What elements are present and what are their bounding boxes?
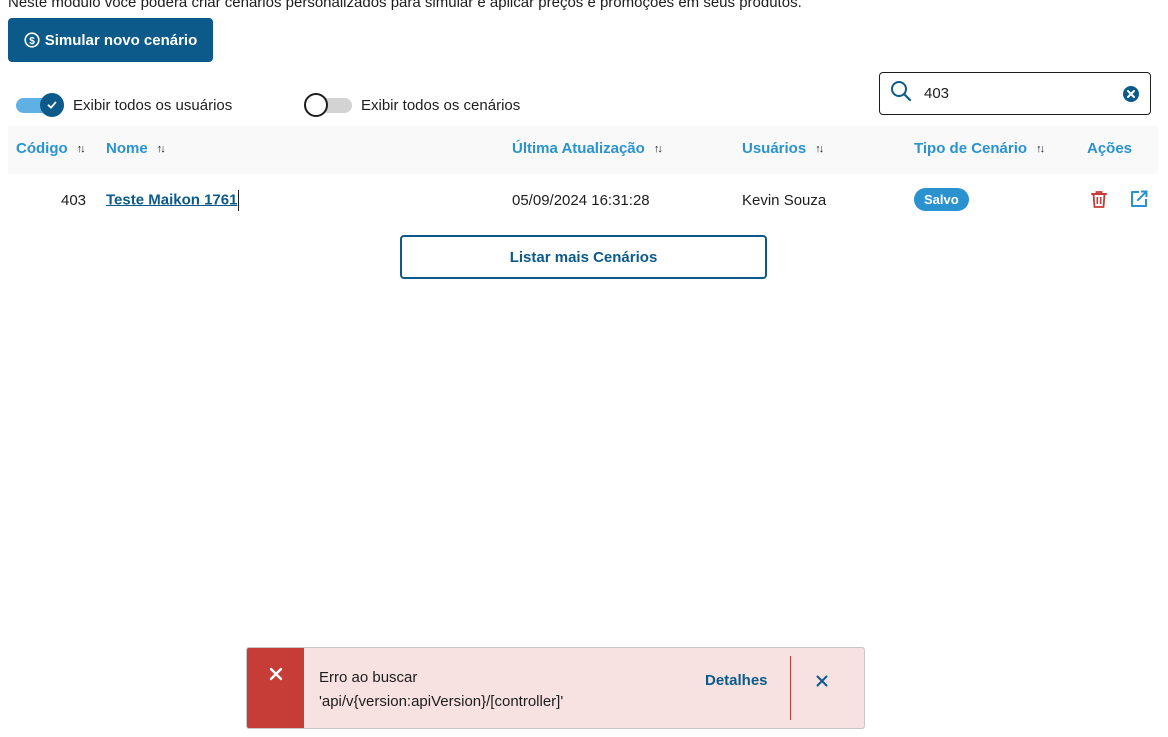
list-more-scenarios-button[interactable]: Listar mais Cenários — [400, 235, 767, 279]
column-header-tipo-cenario[interactable]: Tipo de Cenário ↑↓ — [914, 140, 1045, 157]
open-external-icon[interactable] — [1129, 189, 1149, 213]
cell-usuario: Kevin Souza — [742, 192, 827, 209]
svg-text:$: $ — [29, 36, 35, 47]
scenario-name-link[interactable]: Teste Maikon 1761 — [106, 191, 237, 208]
column-header-codigo[interactable]: Código ↑↓ — [16, 140, 86, 157]
toast-error-badge — [247, 648, 304, 728]
search-input[interactable] — [924, 85, 1122, 102]
intro-text: Neste módulo você poderá criar cenários … — [8, 0, 802, 11]
sort-icon[interactable]: ↑↓ — [157, 143, 166, 155]
cell-nome: Teste Maikon 1761 — [106, 190, 240, 211]
toggle-switch-users[interactable] — [16, 93, 64, 117]
toast-message: Erro ao buscar 'api/v{version:apiVersion… — [319, 666, 563, 714]
cell-ultima-atualizacao: 05/09/2024 16:31:28 — [512, 192, 650, 209]
close-icon[interactable] — [815, 674, 829, 693]
search-box[interactable] — [879, 72, 1151, 115]
sort-icon[interactable]: ↑↓ — [654, 143, 663, 155]
error-toast: Erro ao buscar 'api/v{version:apiVersion… — [246, 647, 865, 729]
error-x-icon — [269, 667, 282, 681]
table-header: Código ↑↓ Nome ↑↓ Última Atualização ↑↓ Usu… — [8, 126, 1158, 174]
trash-icon[interactable] — [1089, 189, 1109, 213]
clear-circle-icon[interactable] — [1122, 85, 1140, 103]
column-header-ultima-atualizacao[interactable]: Última Atualização ↑↓ — [512, 140, 663, 157]
column-header-acoes: Ações — [1087, 140, 1133, 157]
toggle-label-users: Exibir todos os usuários — [73, 96, 233, 114]
toast-divider — [790, 656, 791, 720]
dollar-circle-icon: $ — [24, 32, 40, 48]
check-icon — [47, 101, 57, 109]
sort-icon[interactable]: ↑↓ — [815, 143, 824, 155]
simulate-new-scenario-button[interactable]: $ Simular novo cenário — [8, 18, 213, 62]
sort-icon[interactable]: ↑↓ — [1036, 143, 1045, 155]
column-header-usuarios[interactable]: Usuários ↑↓ — [742, 140, 824, 157]
search-icon — [890, 80, 912, 107]
sort-icon[interactable]: ↑↓ — [77, 143, 86, 155]
column-header-nome[interactable]: Nome ↑↓ — [106, 140, 166, 157]
toast-message-line2: 'api/v{version:apiVersion}/[controller]' — [319, 693, 564, 710]
toggle-label-scenarios: Exibir todos os cenários — [361, 96, 521, 114]
status-badge: Salvo — [914, 188, 969, 211]
toast-details-link[interactable]: Detalhes — [705, 672, 768, 689]
toggle-all-users[interactable]: Exibir todos os usuários — [16, 92, 232, 118]
table-row: 403 Teste Maikon 1761 05/09/2024 16:31:2… — [8, 175, 1158, 227]
simulate-new-scenario-label: Simular novo cenário — [44, 31, 198, 49]
toggle-all-scenarios[interactable]: Exibir todos os cenários — [304, 92, 520, 118]
toggle-switch-scenarios[interactable] — [304, 93, 352, 117]
cell-codigo: 403 — [61, 192, 87, 209]
text-cursor — [238, 190, 240, 211]
toast-message-line1: Erro ao buscar — [319, 669, 418, 686]
